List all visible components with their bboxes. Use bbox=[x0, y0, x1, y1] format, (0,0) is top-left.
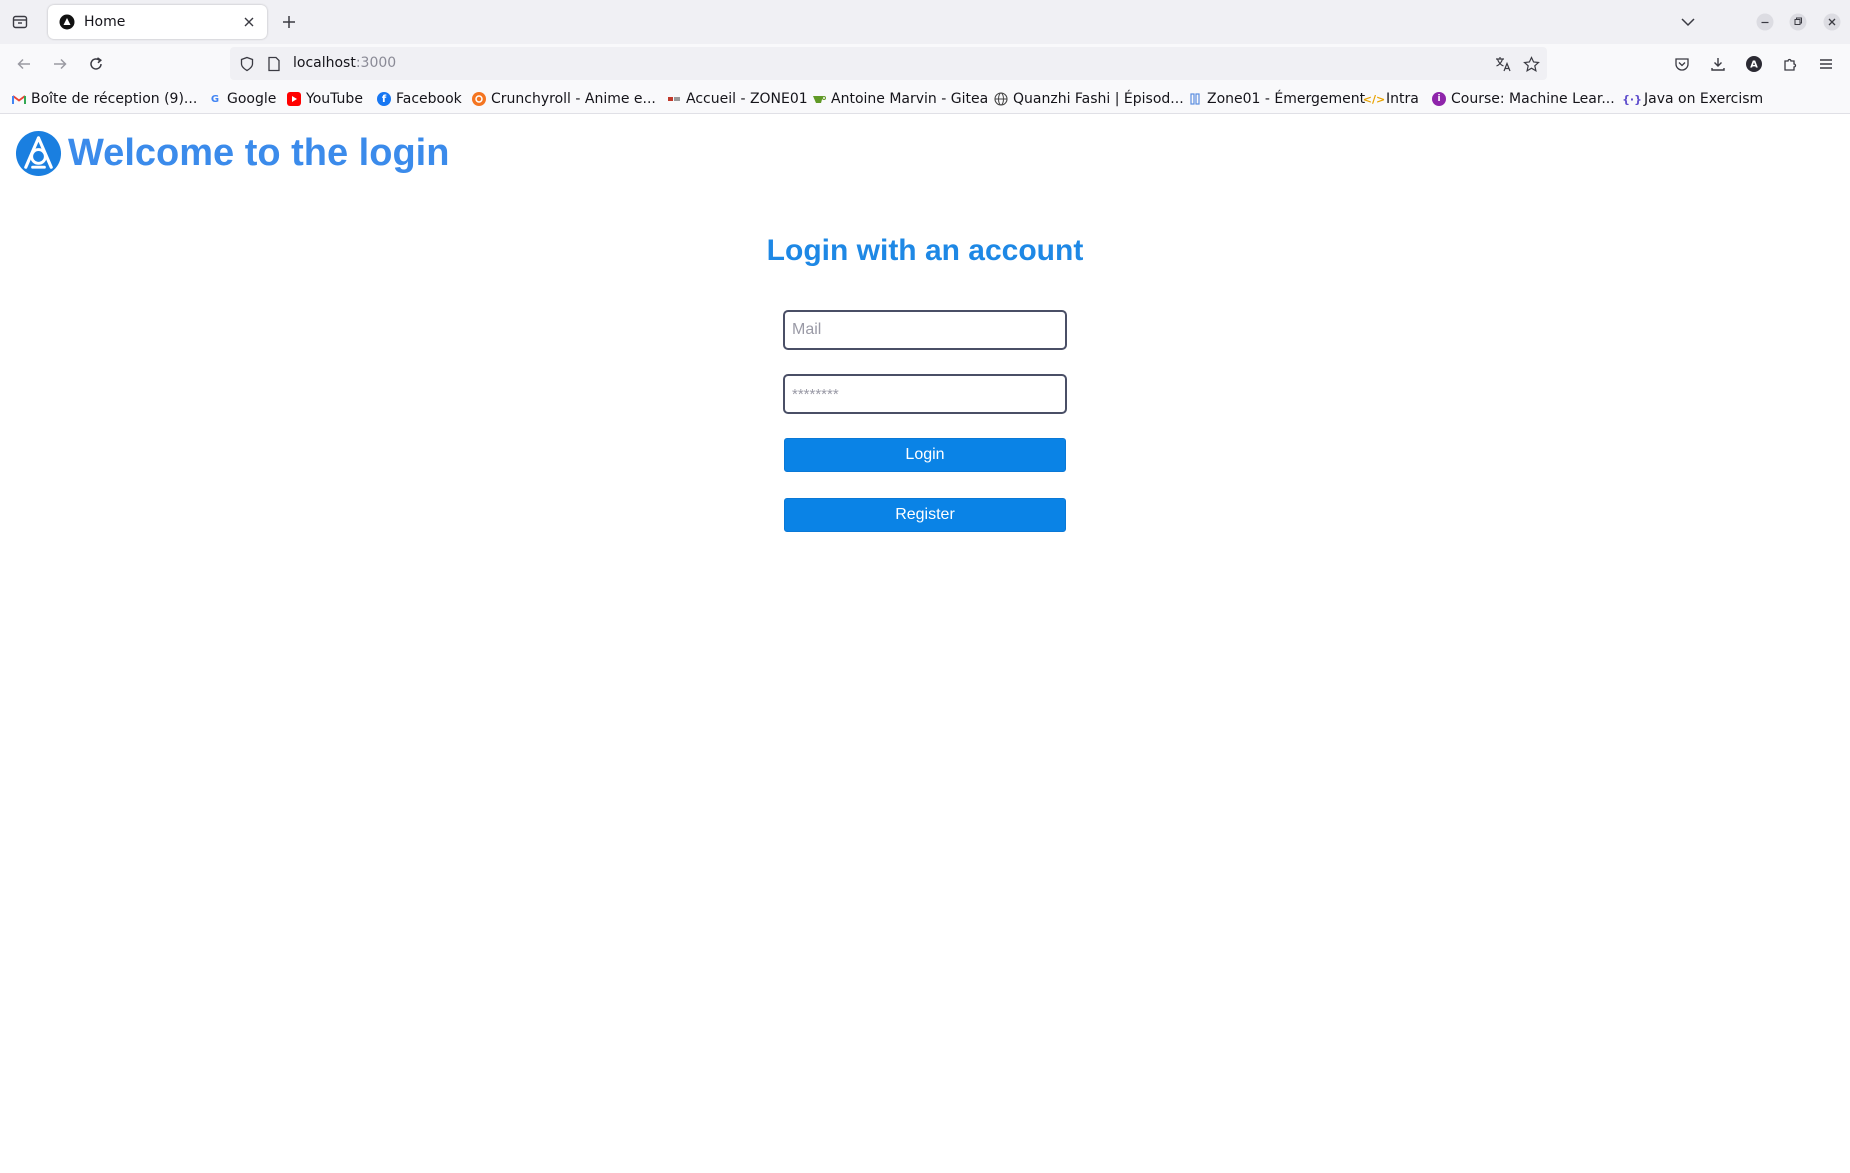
svg-text:A: A bbox=[1750, 60, 1758, 71]
password-input[interactable] bbox=[783, 374, 1067, 414]
zone01-icon bbox=[667, 92, 681, 106]
tab-strip: Home bbox=[0, 0, 1850, 44]
url-port: :3000 bbox=[355, 55, 397, 71]
bookmark-label: Google bbox=[227, 91, 277, 107]
navigation-toolbar: localhost:3000 A bbox=[0, 44, 1850, 84]
forward-arrow-icon[interactable] bbox=[48, 52, 72, 76]
bookmark-gitea[interactable]: Antoine Marvin - Gitea bbox=[812, 89, 988, 109]
bookmark-crunchyroll[interactable]: Crunchyroll - Anime e... bbox=[472, 89, 656, 109]
tab-title: Home bbox=[84, 14, 126, 30]
gmail-icon bbox=[12, 92, 26, 106]
restore-window-icon[interactable] bbox=[1789, 13, 1807, 31]
mail-input[interactable] bbox=[783, 310, 1067, 350]
bookmark-exercism[interactable]: {·} Java on Exercism bbox=[1622, 89, 1764, 109]
bookmark-label: Quanzhi Fashi | Épisod... bbox=[1013, 91, 1184, 107]
brand-logo-icon bbox=[15, 130, 62, 177]
shield-icon[interactable] bbox=[238, 55, 256, 73]
tab-home[interactable]: Home bbox=[48, 5, 267, 39]
bookmark-label: Accueil - ZONE01 bbox=[686, 91, 808, 107]
bookmark-zone01[interactable]: Accueil - ZONE01 bbox=[667, 89, 808, 109]
bookmark-youtube[interactable]: YouTube bbox=[287, 89, 363, 109]
url-bar[interactable]: localhost:3000 bbox=[230, 47, 1547, 80]
login-heading: Login with an account bbox=[766, 234, 1084, 267]
reload-icon[interactable] bbox=[84, 52, 108, 76]
hamburger-menu-icon[interactable] bbox=[1814, 52, 1838, 76]
bookmark-label: Course: Machine Lear... bbox=[1451, 91, 1615, 107]
bookmark-label: Boîte de réception (9)... bbox=[31, 91, 198, 107]
account-avatar-icon[interactable]: A bbox=[1742, 52, 1766, 76]
bookmark-label: YouTube bbox=[306, 91, 363, 107]
exercism-icon: {·} bbox=[1622, 92, 1642, 106]
close-tab-icon[interactable] bbox=[241, 14, 257, 30]
new-tab-plus-icon[interactable] bbox=[278, 11, 300, 33]
bookmark-label: Crunchyroll - Anime e... bbox=[491, 91, 656, 107]
brand-header: Welcome to the login bbox=[15, 130, 449, 177]
bookmark-label: Intra bbox=[1386, 91, 1419, 107]
youtube-icon bbox=[287, 92, 301, 106]
triangle-logo-icon bbox=[59, 14, 75, 30]
pocket-icon[interactable] bbox=[1670, 52, 1694, 76]
close-window-icon[interactable] bbox=[1823, 13, 1841, 31]
bookmark-zone01-emergement[interactable]: Zone01 - Émergement bbox=[1188, 89, 1365, 109]
gitea-icon bbox=[812, 92, 826, 106]
bookmark-label: Antoine Marvin - Gitea bbox=[831, 91, 989, 107]
bookmark-google[interactable]: G Google bbox=[208, 89, 276, 109]
page-title: Welcome to the login bbox=[68, 132, 450, 174]
bookmark-star-icon[interactable] bbox=[1522, 55, 1540, 73]
register-button[interactable]: Register bbox=[784, 498, 1066, 532]
list-all-tabs-chevron-icon[interactable] bbox=[1678, 12, 1698, 32]
page-info-icon[interactable] bbox=[265, 55, 283, 73]
bookmark-course[interactable]: i Course: Machine Lear... bbox=[1432, 89, 1615, 109]
google-icon: G bbox=[210, 93, 220, 105]
back-arrow-icon[interactable] bbox=[12, 52, 36, 76]
url-host: localhost bbox=[293, 55, 356, 71]
bookmark-quanzhi[interactable]: Quanzhi Fashi | Épisod... bbox=[994, 89, 1184, 109]
bookmark-label: Java on Exercism bbox=[1644, 91, 1764, 107]
bookmarks-toolbar: Boîte de réception (9)... G Google YouTu… bbox=[0, 84, 1850, 114]
login-button[interactable]: Login bbox=[784, 438, 1066, 472]
bookmark-gmail[interactable]: Boîte de réception (9)... bbox=[12, 89, 197, 109]
bookmark-intra[interactable]: </> Intra bbox=[1362, 89, 1419, 109]
globe-icon bbox=[994, 92, 1008, 106]
code-icon: </> bbox=[1362, 92, 1386, 106]
downloads-icon[interactable] bbox=[1706, 52, 1730, 76]
minimize-window-icon[interactable] bbox=[1756, 13, 1774, 31]
page-content: Welcome to the login Login with an accou… bbox=[0, 115, 1850, 1173]
bookmark-label: Zone01 - Émergement bbox=[1207, 91, 1366, 107]
translate-icon[interactable] bbox=[1494, 55, 1512, 73]
bookmark-facebook[interactable]: f Facebook bbox=[377, 89, 462, 109]
tab-overview-icon[interactable] bbox=[8, 10, 32, 34]
url-text[interactable]: localhost:3000 bbox=[293, 55, 396, 71]
zone01-emergement-icon bbox=[1188, 92, 1202, 106]
course-icon: i bbox=[1432, 92, 1446, 106]
crunchyroll-icon bbox=[472, 92, 486, 106]
bookmark-label: Facebook bbox=[396, 91, 462, 107]
extensions-puzzle-icon[interactable] bbox=[1778, 52, 1802, 76]
facebook-icon: f bbox=[377, 92, 391, 106]
